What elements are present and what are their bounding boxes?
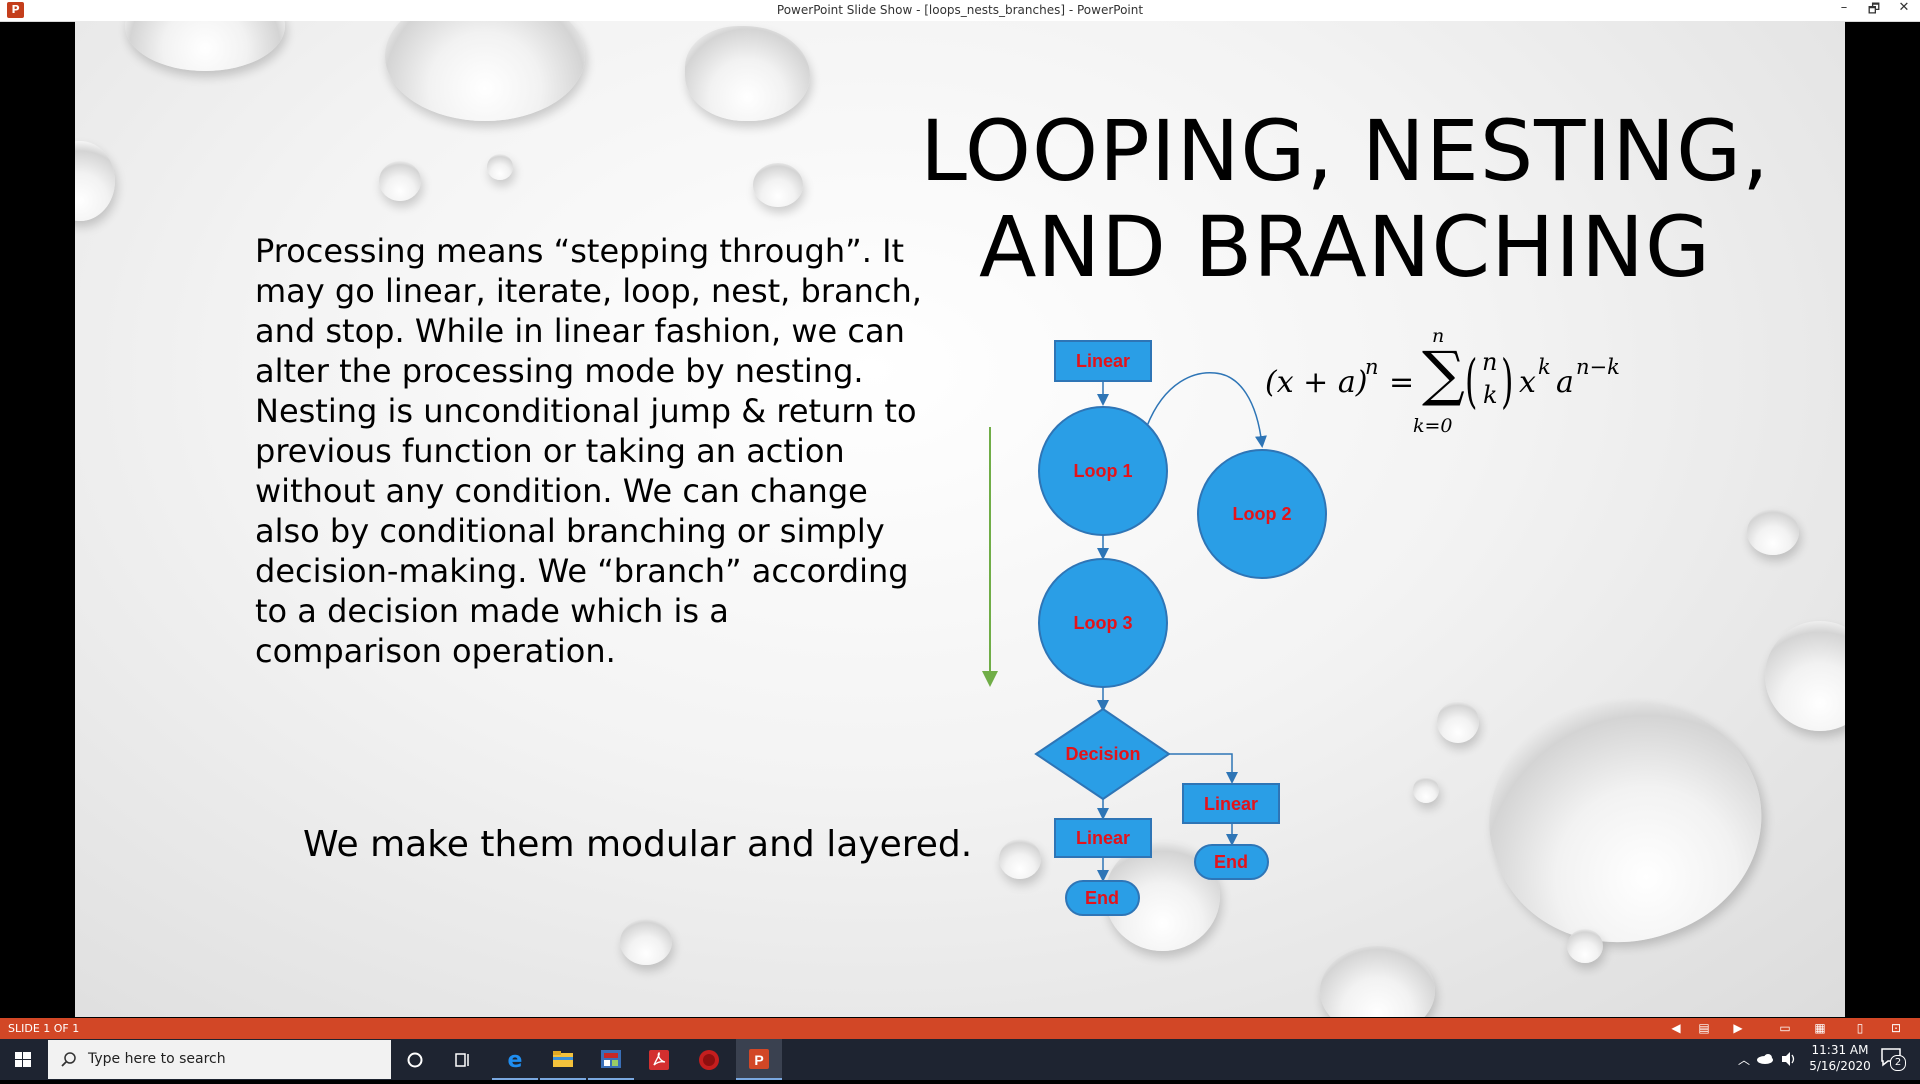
- flow-node-end-left: End: [1065, 880, 1140, 916]
- flow-node-loop2: Loop 2: [1197, 449, 1327, 579]
- flow-node-linear-right: Linear: [1182, 783, 1280, 824]
- powerpoint-taskbar-icon[interactable]: P: [736, 1039, 782, 1080]
- minimize-button[interactable]: –: [1829, 0, 1859, 21]
- next-slide-icon[interactable]: ▶: [1730, 1021, 1746, 1035]
- red-app-icon[interactable]: [686, 1039, 732, 1080]
- reading-view-icon[interactable]: ▯: [1852, 1021, 1868, 1035]
- slideshow-status-bar: SLIDE 1 OF 1 ◀ ▤ ▶ ▭ ▦ ▯ ⊡: [0, 1018, 1920, 1039]
- flow-label: Loop 1: [1074, 461, 1133, 481]
- task-view-icon[interactable]: [440, 1039, 486, 1080]
- flow-label: Loop 2: [1233, 504, 1292, 524]
- flow-node-linear-top: Linear: [1054, 340, 1152, 382]
- start-button[interactable]: [0, 1039, 46, 1080]
- flowchart: Linear Loop 1 Loop 2 Loop 3 Decision Lin…: [982, 340, 1327, 916]
- flow-label: Decision: [1065, 744, 1140, 764]
- windows-taskbar: Type here to search e P ︿ 11:31 AM 5/16/…: [0, 1039, 1920, 1080]
- action-center-button[interactable]: 2: [1880, 1047, 1908, 1071]
- flow-node-end-right: End: [1194, 844, 1269, 880]
- acrobat-reader-icon[interactable]: [636, 1039, 682, 1080]
- flow-node-linear-left: Linear: [1054, 818, 1152, 858]
- flow-node-loop3: Loop 3: [1038, 558, 1168, 688]
- flow-node-loop1: Loop 1: [1038, 406, 1168, 536]
- cortana-icon[interactable]: [392, 1039, 438, 1080]
- slideshow-view-icon[interactable]: ⊡: [1888, 1021, 1904, 1035]
- flow-connector-loop: [1146, 372, 1267, 448]
- flow-connector: [1169, 753, 1238, 784]
- windows-logo-icon: [15, 1052, 31, 1067]
- window-title-bar: P PowerPoint Slide Show - [loops_nests_b…: [0, 0, 1920, 22]
- flow-label: Linear: [1204, 794, 1258, 814]
- flow-label: End: [1214, 852, 1248, 872]
- previous-slide-icon[interactable]: ◀: [1668, 1021, 1684, 1035]
- search-icon: [61, 1052, 76, 1067]
- tray-chevron-icon[interactable]: ︿: [1738, 1051, 1750, 1068]
- taskbar-search-box[interactable]: Type here to search: [48, 1040, 391, 1079]
- file-explorer-icon[interactable]: [540, 1039, 586, 1080]
- flow-label: Loop 3: [1074, 613, 1133, 633]
- notes-icon[interactable]: ▤: [1696, 1021, 1712, 1035]
- slide-sorter-icon[interactable]: ▦: [1812, 1021, 1828, 1035]
- flow-label: Linear: [1076, 828, 1130, 848]
- close-button[interactable]: ✕: [1889, 0, 1919, 21]
- window-title: PowerPoint Slide Show - [loops_nests_bra…: [776, 3, 1144, 17]
- flow-label: Linear: [1076, 351, 1130, 371]
- svg-text:P: P: [754, 1052, 763, 1068]
- svg-text:e: e: [508, 1048, 523, 1070]
- restore-button[interactable]: 🗗: [1859, 0, 1889, 21]
- normal-view-icon[interactable]: ▭: [1777, 1021, 1793, 1035]
- flow-node-decision: Decision: [1034, 707, 1171, 801]
- search-placeholder: Type here to search: [88, 1051, 226, 1067]
- flow-label: End: [1085, 888, 1119, 908]
- clock-time: 11:31 AM: [1811, 1043, 1869, 1057]
- clock-date: 5/16/2020: [1809, 1059, 1871, 1073]
- taskbar-clock[interactable]: 11:31 AM 5/16/2020: [1800, 1042, 1880, 1074]
- edge-browser-icon[interactable]: e: [492, 1039, 538, 1080]
- slide-counter: SLIDE 1 OF 1: [8, 1022, 80, 1035]
- onedrive-icon[interactable]: [1756, 1053, 1776, 1065]
- slide-canvas[interactable]: LOOPING, NESTING, AND BRANCHING Processi…: [75, 21, 1845, 1017]
- notification-count-badge: 2: [1890, 1055, 1906, 1071]
- volume-icon[interactable]: [1780, 1051, 1798, 1067]
- app-shortcut-icon[interactable]: [588, 1039, 634, 1080]
